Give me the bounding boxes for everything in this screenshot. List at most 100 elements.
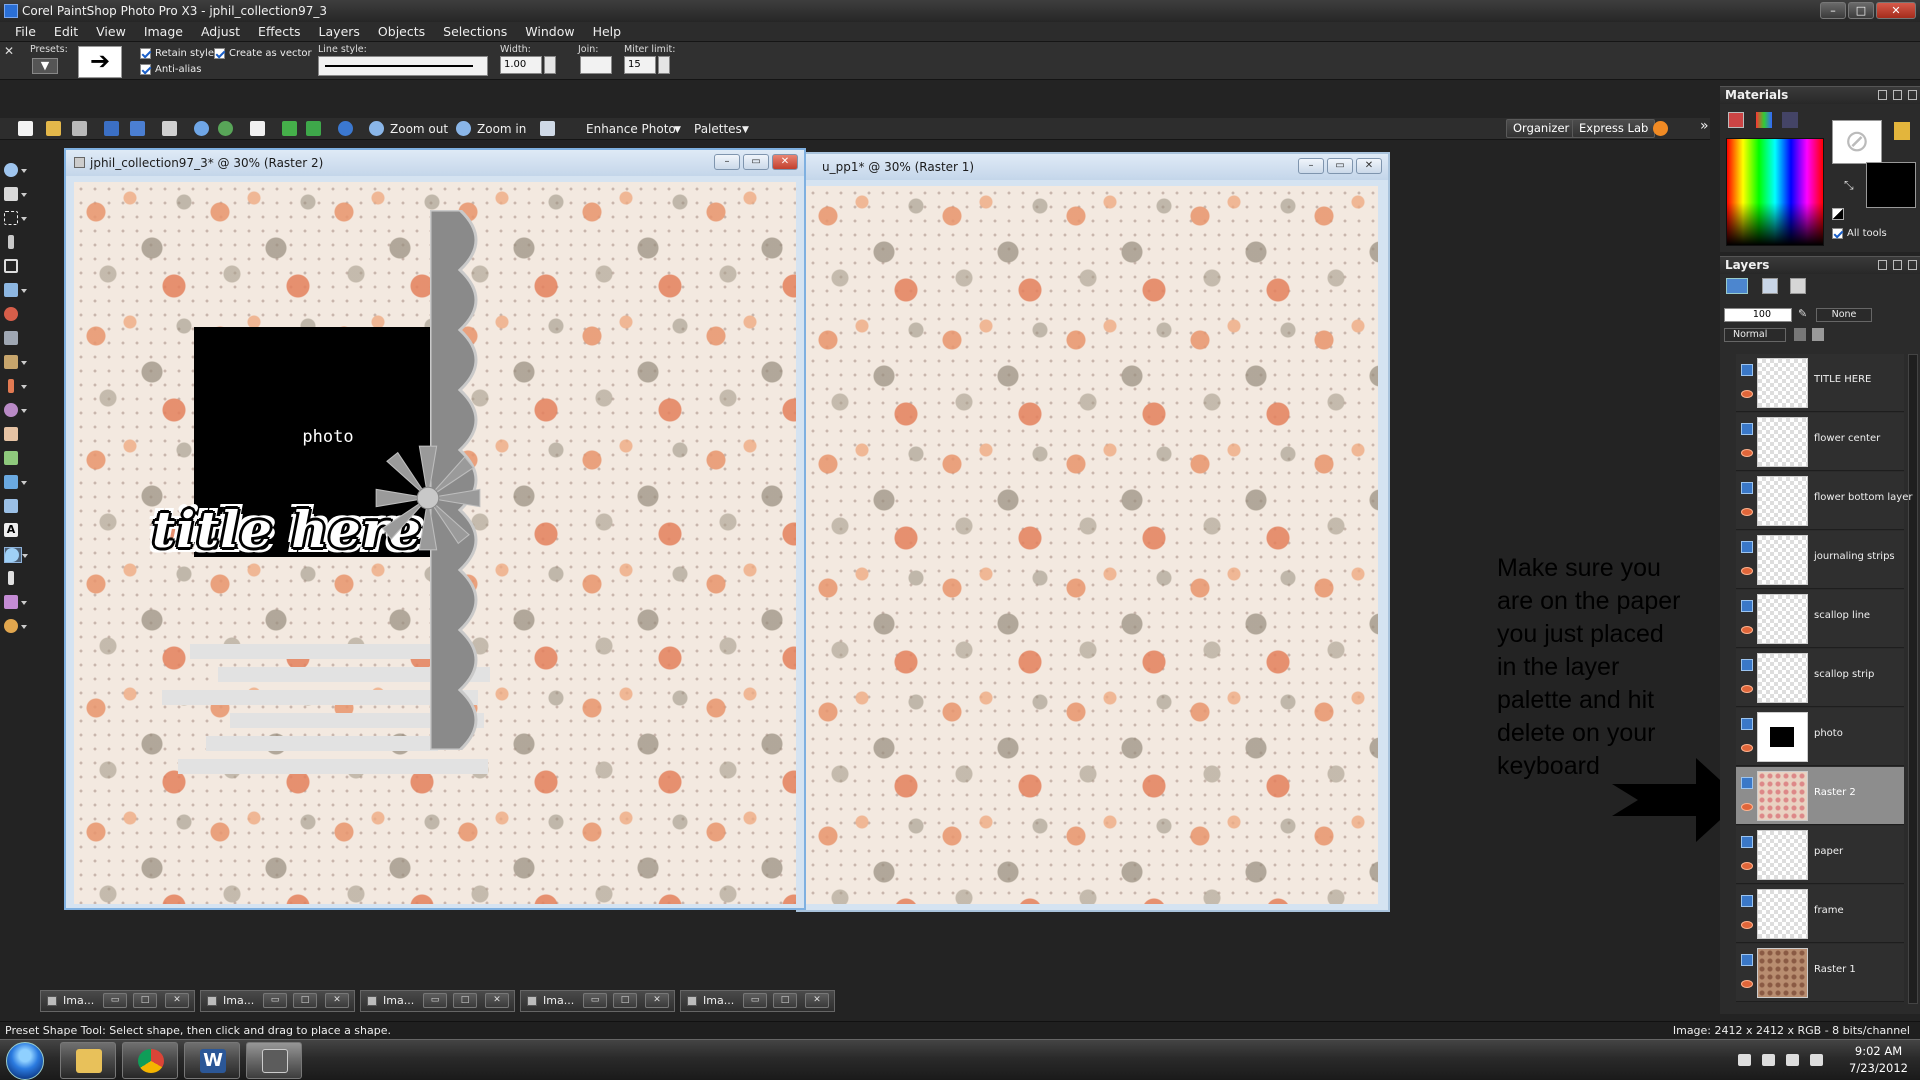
layer-item-raster-1[interactable]: Raster 1	[1736, 944, 1904, 1002]
learning-center-icon[interactable]	[1653, 121, 1668, 136]
minimized-image-4[interactable]: Ima... ▭ □ ✕	[520, 990, 675, 1012]
minimize-button[interactable]: –	[1820, 2, 1846, 19]
visibility-eye-icon[interactable]	[1741, 803, 1753, 811]
minimize-icon[interactable]	[1893, 90, 1902, 100]
retain-style-checkbox[interactable]: Retain style	[140, 48, 214, 59]
restore-icon[interactable]: ▭	[423, 993, 447, 1008]
create-as-vector-checkbox[interactable]: Create as vector	[214, 48, 312, 59]
flower-embellishment[interactable]	[374, 444, 482, 552]
minimized-image-3[interactable]: Ima... ▭ □ ✕	[360, 990, 515, 1012]
menu-objects[interactable]: Objects	[369, 22, 434, 42]
save-as-icon[interactable]	[130, 121, 145, 136]
close-options-icon[interactable]: ✕	[4, 44, 14, 58]
pick-tool[interactable]	[4, 187, 27, 203]
minimized-image-1[interactable]: Ima... ▭ □ ✕	[40, 990, 195, 1012]
restore-button[interactable]: □	[1848, 2, 1874, 19]
gold-swatch[interactable]	[1894, 122, 1910, 140]
scrapbook-layout-canvas[interactable]: photo title here	[74, 182, 796, 904]
new-file-icon[interactable]	[18, 121, 33, 136]
swap-colors-icon[interactable]: ⤡	[1844, 178, 1854, 193]
layer-item-flower-bottom-layer[interactable]: flower bottom layer	[1736, 472, 1912, 530]
doc-minimize-button[interactable]: –	[1298, 158, 1324, 174]
layers-palette-header[interactable]: Layers	[1720, 256, 1920, 274]
close-icon[interactable]: ✕	[165, 993, 189, 1008]
menu-edit[interactable]: Edit	[45, 22, 87, 42]
layer-item-journaling-strips[interactable]: journaling strips	[1736, 531, 1904, 589]
close-icon[interactable]	[1908, 90, 1917, 100]
eraser-tool[interactable]	[4, 427, 22, 443]
zoom-out-button[interactable]: Zoom out	[390, 121, 448, 137]
text-tool[interactable]: A	[4, 523, 22, 539]
restore-icon[interactable]: ▭	[743, 993, 767, 1008]
browse-icon[interactable]	[72, 121, 87, 136]
flood-fill-tool[interactable]	[4, 475, 27, 491]
maximize-icon[interactable]: □	[453, 993, 477, 1008]
minimize-icon[interactable]	[1893, 260, 1902, 270]
join-dropdown[interactable]	[580, 56, 612, 74]
expand-toolbar-icon[interactable]: »	[1700, 118, 1709, 134]
doc-minimize-button[interactable]: –	[714, 154, 740, 170]
document-window-u-pp1[interactable]: u_pp1* @ 30% (Raster 1) – ▭ ✕	[796, 152, 1390, 912]
flag-icon[interactable]	[1762, 1054, 1775, 1066]
network-icon[interactable]	[1786, 1054, 1799, 1066]
menu-view[interactable]: View	[87, 22, 135, 42]
zoom-tool[interactable]	[4, 163, 27, 179]
dropper-tool[interactable]	[4, 235, 22, 251]
screen-capture-icon[interactable]	[250, 121, 265, 136]
delete-layer-icon[interactable]	[1762, 278, 1778, 294]
mask-dropdown[interactable]: None	[1816, 308, 1872, 322]
pin-icon[interactable]	[1878, 90, 1887, 100]
blend-mode-dropdown[interactable]: Normal	[1724, 328, 1786, 342]
tray-arrow-icon[interactable]	[1738, 1054, 1751, 1066]
preset-shape-tool[interactable]	[4, 547, 28, 563]
journaling-strip[interactable]	[206, 736, 438, 751]
print-icon[interactable]	[162, 121, 177, 136]
zoom-in-button[interactable]: Zoom in	[477, 121, 526, 137]
close-button[interactable]: ✕	[1876, 2, 1916, 19]
visibility-eye-icon[interactable]	[1741, 626, 1753, 634]
layer-item-scallop-strip[interactable]: scallop strip	[1736, 649, 1904, 707]
zoom-in-icon[interactable]	[456, 121, 471, 136]
makeover-tool[interactable]	[4, 331, 22, 347]
anti-alias-checkbox[interactable]: Anti-alias	[140, 64, 202, 75]
color-replacer-tool[interactable]	[4, 499, 22, 515]
taskbar-chrome[interactable]	[122, 1042, 178, 1079]
visibility-eye-icon[interactable]	[1741, 862, 1753, 870]
layer-item-scallop-line[interactable]: scallop line	[1736, 590, 1904, 648]
document-title-bar[interactable]: jphil_collection97_3* @ 30% (Raster 2) –…	[66, 150, 804, 176]
save-icon[interactable]	[104, 121, 119, 136]
picture-tube-tool[interactable]	[4, 451, 22, 467]
width-spinner[interactable]	[544, 56, 556, 74]
lock-transparency-icon[interactable]	[1794, 328, 1806, 341]
visibility-eye-icon[interactable]	[1741, 567, 1753, 575]
layer-item-flower-center[interactable]: flower center	[1736, 413, 1904, 471]
floral-paper-canvas[interactable]	[806, 186, 1378, 904]
lock-icon[interactable]	[1812, 328, 1824, 341]
zoom-out-icon[interactable]	[369, 121, 384, 136]
pen-tool[interactable]	[4, 571, 22, 587]
minimized-image-2[interactable]: Ima... ▭ □ ✕	[200, 990, 355, 1012]
info-icon[interactable]	[338, 121, 353, 136]
reset-colors-icon[interactable]	[1832, 208, 1844, 220]
layer-properties-icon[interactable]	[1790, 278, 1806, 294]
minimized-image-5[interactable]: Ima... ▭ □ ✕	[680, 990, 835, 1012]
journaling-strip[interactable]	[178, 759, 488, 774]
preset-shape-icon[interactable]: ▼	[32, 58, 58, 74]
undo-icon[interactable]	[194, 121, 209, 136]
organizer-button[interactable]: Organizer	[1506, 119, 1577, 138]
layer-item-paper[interactable]: paper	[1736, 826, 1904, 884]
maximize-icon[interactable]: □	[293, 993, 317, 1008]
arrow-shape-icon[interactable]: ➔	[78, 46, 122, 78]
frame-tab-icon[interactable]	[1728, 112, 1744, 128]
dodge-tool[interactable]	[4, 403, 27, 419]
share-icon[interactable]	[282, 121, 297, 136]
close-icon[interactable]: ✕	[325, 993, 349, 1008]
doc-close-button[interactable]: ✕	[772, 154, 798, 170]
doc-restore-button[interactable]: ▭	[1327, 158, 1353, 174]
visibility-eye-icon[interactable]	[1741, 980, 1753, 988]
window-arrange-icon[interactable]	[540, 121, 555, 136]
visibility-eye-icon[interactable]	[1741, 685, 1753, 693]
visibility-eye-icon[interactable]	[1741, 508, 1753, 516]
opacity-slider[interactable]: 100	[1724, 308, 1792, 322]
taskbar-paintshop[interactable]	[246, 1042, 302, 1079]
